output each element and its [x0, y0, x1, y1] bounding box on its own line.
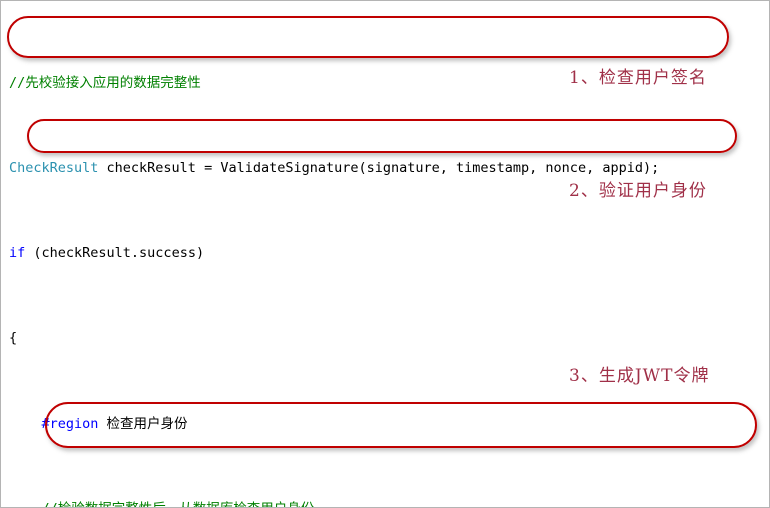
code-line[interactable]: //检验数据完整性后，从数据库检查用户身份: [1, 499, 769, 507]
code-screenshot: //先校验接入应用的数据完整性 CheckResult checkResult …: [0, 0, 770, 508]
annotation-2: 2、验证用户身份: [569, 181, 707, 201]
code-comment: //检验数据完整性后，从数据库检查用户身份: [42, 501, 315, 507]
token-plain: 检查用户身份: [98, 415, 188, 432]
annotation-1: 1、检查用户签名: [569, 68, 707, 88]
code-comment: //先校验接入应用的数据完整性: [9, 74, 201, 91]
code-line[interactable]: #region 检查用户身份: [1, 414, 769, 435]
token-plain: {: [9, 330, 18, 347]
token-plain: (checkResult.success): [25, 245, 205, 262]
token-plain: checkResult = ValidateSignature(signatur…: [98, 160, 660, 177]
annotation-3: 3、生成JWT令牌: [569, 366, 710, 386]
code-line[interactable]: {: [1, 328, 769, 349]
token-preprocessor: #region: [41, 415, 99, 432]
token-keyword: if: [9, 245, 26, 262]
code-line[interactable]: if (checkResult.success): [1, 243, 769, 264]
token-type: CheckResult: [9, 160, 99, 177]
